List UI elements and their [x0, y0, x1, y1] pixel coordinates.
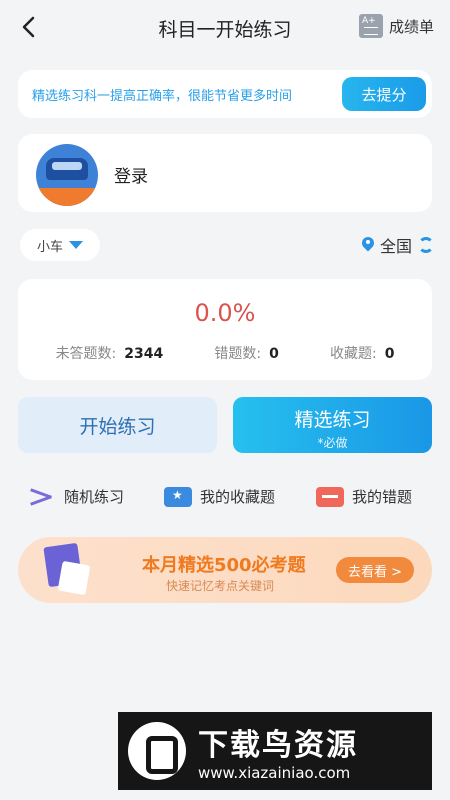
wrong-stat: 错题数: 0 — [214, 346, 279, 362]
selected-practice-button[interactable]: 精选练习 *必做 — [233, 397, 432, 453]
accuracy-percent: 0.0% — [194, 299, 256, 327]
unanswered-stat: 未答题数: 2344 — [55, 346, 164, 362]
vehicle-type-dropdown[interactable]: 小车 — [20, 229, 100, 261]
favorites-stat: 收藏题: 0 — [329, 346, 395, 362]
triangle-down-icon — [69, 241, 83, 249]
quick-links: 随机练习 我的收藏题 我的错题 — [0, 486, 450, 516]
promo-text: 精选练习科一提高正确率，很能节省更多时间 — [32, 89, 293, 104]
car-icon — [46, 158, 88, 180]
unanswered-count: 2344 — [124, 346, 164, 362]
refresh-icon[interactable] — [418, 237, 434, 253]
favorites-link[interactable]: 我的收藏题 — [164, 486, 275, 507]
login-label[interactable]: 登录 — [114, 162, 148, 187]
view-now-button[interactable]: 去看看 > — [336, 557, 414, 583]
wrong-book-icon — [316, 486, 344, 507]
required-note: *必做 — [317, 436, 348, 450]
start-practice-button[interactable]: 开始练习 — [18, 397, 217, 453]
report-card-button[interactable]: 成绩单 — [358, 14, 434, 38]
watermark-url: www.xiazainiao.com — [198, 764, 351, 782]
monthly-banner[interactable]: 本月精选500必考题 快速记忆考点关键词 去看看 > — [18, 537, 432, 603]
promo-card: 精选练习科一提高正确率，很能节省更多时间 去提分 — [18, 70, 432, 118]
banner-title: 本月精选500必考题 — [142, 555, 306, 576]
login-card[interactable]: 登录 — [18, 134, 432, 212]
selected-practice-label: 精选练习 — [294, 409, 371, 431]
watermark: 下载鸟资源 www.xiazainiao.com — [118, 712, 432, 790]
improve-score-button[interactable]: 去提分 — [342, 77, 426, 111]
favorites-count: 0 — [384, 346, 395, 362]
wrong-count: 0 — [269, 346, 279, 362]
star-folder-icon — [164, 486, 192, 507]
region-selector[interactable]: 全国 — [362, 233, 434, 257]
region-label: 全国 — [379, 237, 412, 256]
report-icon — [358, 14, 383, 38]
stats-row: 未答题数: 2344 错题数: 0 收藏题: 0 — [18, 343, 432, 363]
books-illustration-icon — [40, 542, 91, 596]
random-practice-link[interactable]: 随机练习 — [28, 486, 124, 507]
avatar[interactable] — [36, 144, 98, 206]
vehicle-type-label: 小车 — [36, 239, 63, 255]
watermark-title: 下载鸟资源 — [198, 728, 358, 763]
shuffle-icon — [28, 487, 56, 507]
location-pin-icon — [362, 237, 374, 253]
stats-card: 0.0% 未答题数: 2344 错题数: 0 收藏题: 0 — [18, 279, 432, 380]
banner-subtitle: 快速记忆考点关键词 — [166, 579, 275, 593]
top-bar: 科目一开始练习 成绩单 — [0, 0, 450, 56]
report-label: 成绩单 — [388, 17, 434, 36]
watermark-logo-icon — [128, 722, 186, 780]
mistakes-link[interactable]: 我的错题 — [316, 486, 412, 507]
